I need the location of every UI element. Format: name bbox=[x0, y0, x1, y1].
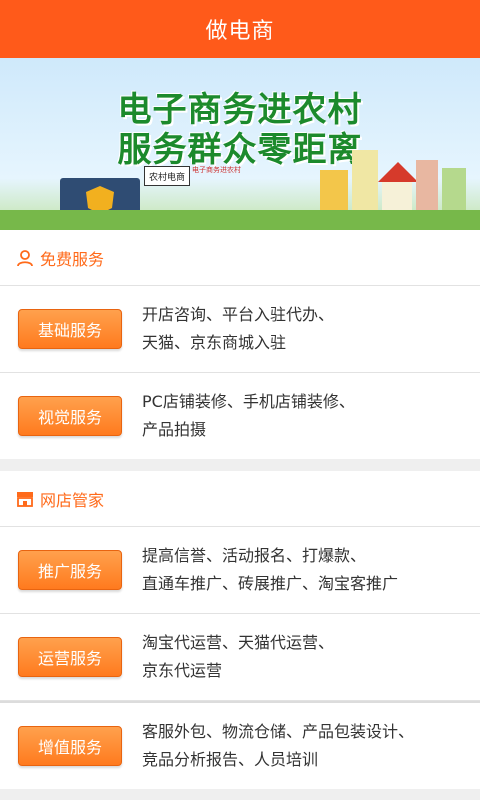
banner-subtext: 电子商务进农村 bbox=[192, 166, 241, 174]
service-description-line2: 天猫、京东商城入驻 bbox=[142, 333, 287, 352]
operation-service-button[interactable]: 运营服务 bbox=[18, 637, 122, 677]
visual-service-button[interactable]: 视觉服务 bbox=[18, 396, 122, 436]
service-description-line1: 提高信誉、活动报名、打爆款、 bbox=[142, 546, 367, 565]
service-description-line2: 产品拍摄 bbox=[142, 420, 207, 439]
service-description: 客服外包、物流仓储、产品包装设计、 竞品分析报告、人员培训 bbox=[142, 718, 414, 774]
service-description-line2: 竞品分析报告、人员培训 bbox=[142, 750, 319, 769]
service-row: 推广服务 提高信誉、活动报名、打爆款、 直通车推广、砖展推广、淘宝客推广 bbox=[0, 527, 480, 614]
user-icon bbox=[16, 249, 34, 267]
service-row: 基础服务 开店咨询、平台入驻代办、 天猫、京东商城入驻 bbox=[0, 286, 480, 373]
page-title: 做电商 bbox=[205, 19, 275, 44]
section-store-manager: 网店管家 推广服务 提高信誉、活动报名、打爆款、 直通车推广、砖展推广、淘宝客推… bbox=[0, 471, 480, 789]
service-description-line1: 客服外包、物流仓储、产品包装设计、 bbox=[142, 722, 415, 741]
service-description: PC店铺装修、手机店铺装修、 产品拍摄 bbox=[142, 388, 355, 444]
store-icon bbox=[16, 490, 34, 508]
service-description-line2: 直通车推广、砖展推广、淘宝客推广 bbox=[142, 574, 399, 593]
service-description: 淘宝代运营、天猫代运营、 京东代运营 bbox=[142, 629, 334, 685]
promo-banner[interactable]: 电子商务进农村 服务群众零距离 农村电商 电子商务进农村 bbox=[0, 58, 480, 230]
section-title: 网店管家 bbox=[40, 490, 105, 510]
app-header: 做电商 bbox=[0, 0, 480, 58]
service-description-line2: 京东代运营 bbox=[142, 661, 223, 680]
section-header: 网店管家 bbox=[0, 471, 480, 527]
service-row: 增值服务 客服外包、物流仓储、产品包装设计、 竞品分析报告、人员培训 bbox=[0, 701, 480, 789]
basic-service-button[interactable]: 基础服务 bbox=[18, 309, 122, 349]
section-header: 免费服务 bbox=[0, 230, 480, 286]
value-added-service-button[interactable]: 增值服务 bbox=[18, 726, 122, 766]
service-description-line1: PC店铺装修、手机店铺装修、 bbox=[142, 392, 355, 411]
grass-decoration bbox=[0, 210, 480, 230]
promotion-service-button[interactable]: 推广服务 bbox=[18, 550, 122, 590]
buildings-illustration bbox=[320, 150, 466, 220]
service-row: 运营服务 淘宝代运营、天猫代运营、 京东代运营 bbox=[0, 614, 480, 701]
service-description-line1: 开店咨询、平台入驻代办、 bbox=[142, 305, 335, 324]
section-title: 免费服务 bbox=[40, 249, 105, 269]
service-row: 视觉服务 PC店铺装修、手机店铺装修、 产品拍摄 bbox=[0, 373, 480, 459]
section-free-services: 免费服务 基础服务 开店咨询、平台入驻代办、 天猫、京东商城入驻 视觉服务 PC… bbox=[0, 230, 480, 459]
service-description: 开店咨询、平台入驻代办、 天猫、京东商城入驻 bbox=[142, 301, 334, 357]
service-description-line1: 淘宝代运营、天猫代运营、 bbox=[142, 633, 335, 652]
service-description: 提高信誉、活动报名、打爆款、 直通车推广、砖展推广、淘宝客推广 bbox=[142, 542, 398, 598]
